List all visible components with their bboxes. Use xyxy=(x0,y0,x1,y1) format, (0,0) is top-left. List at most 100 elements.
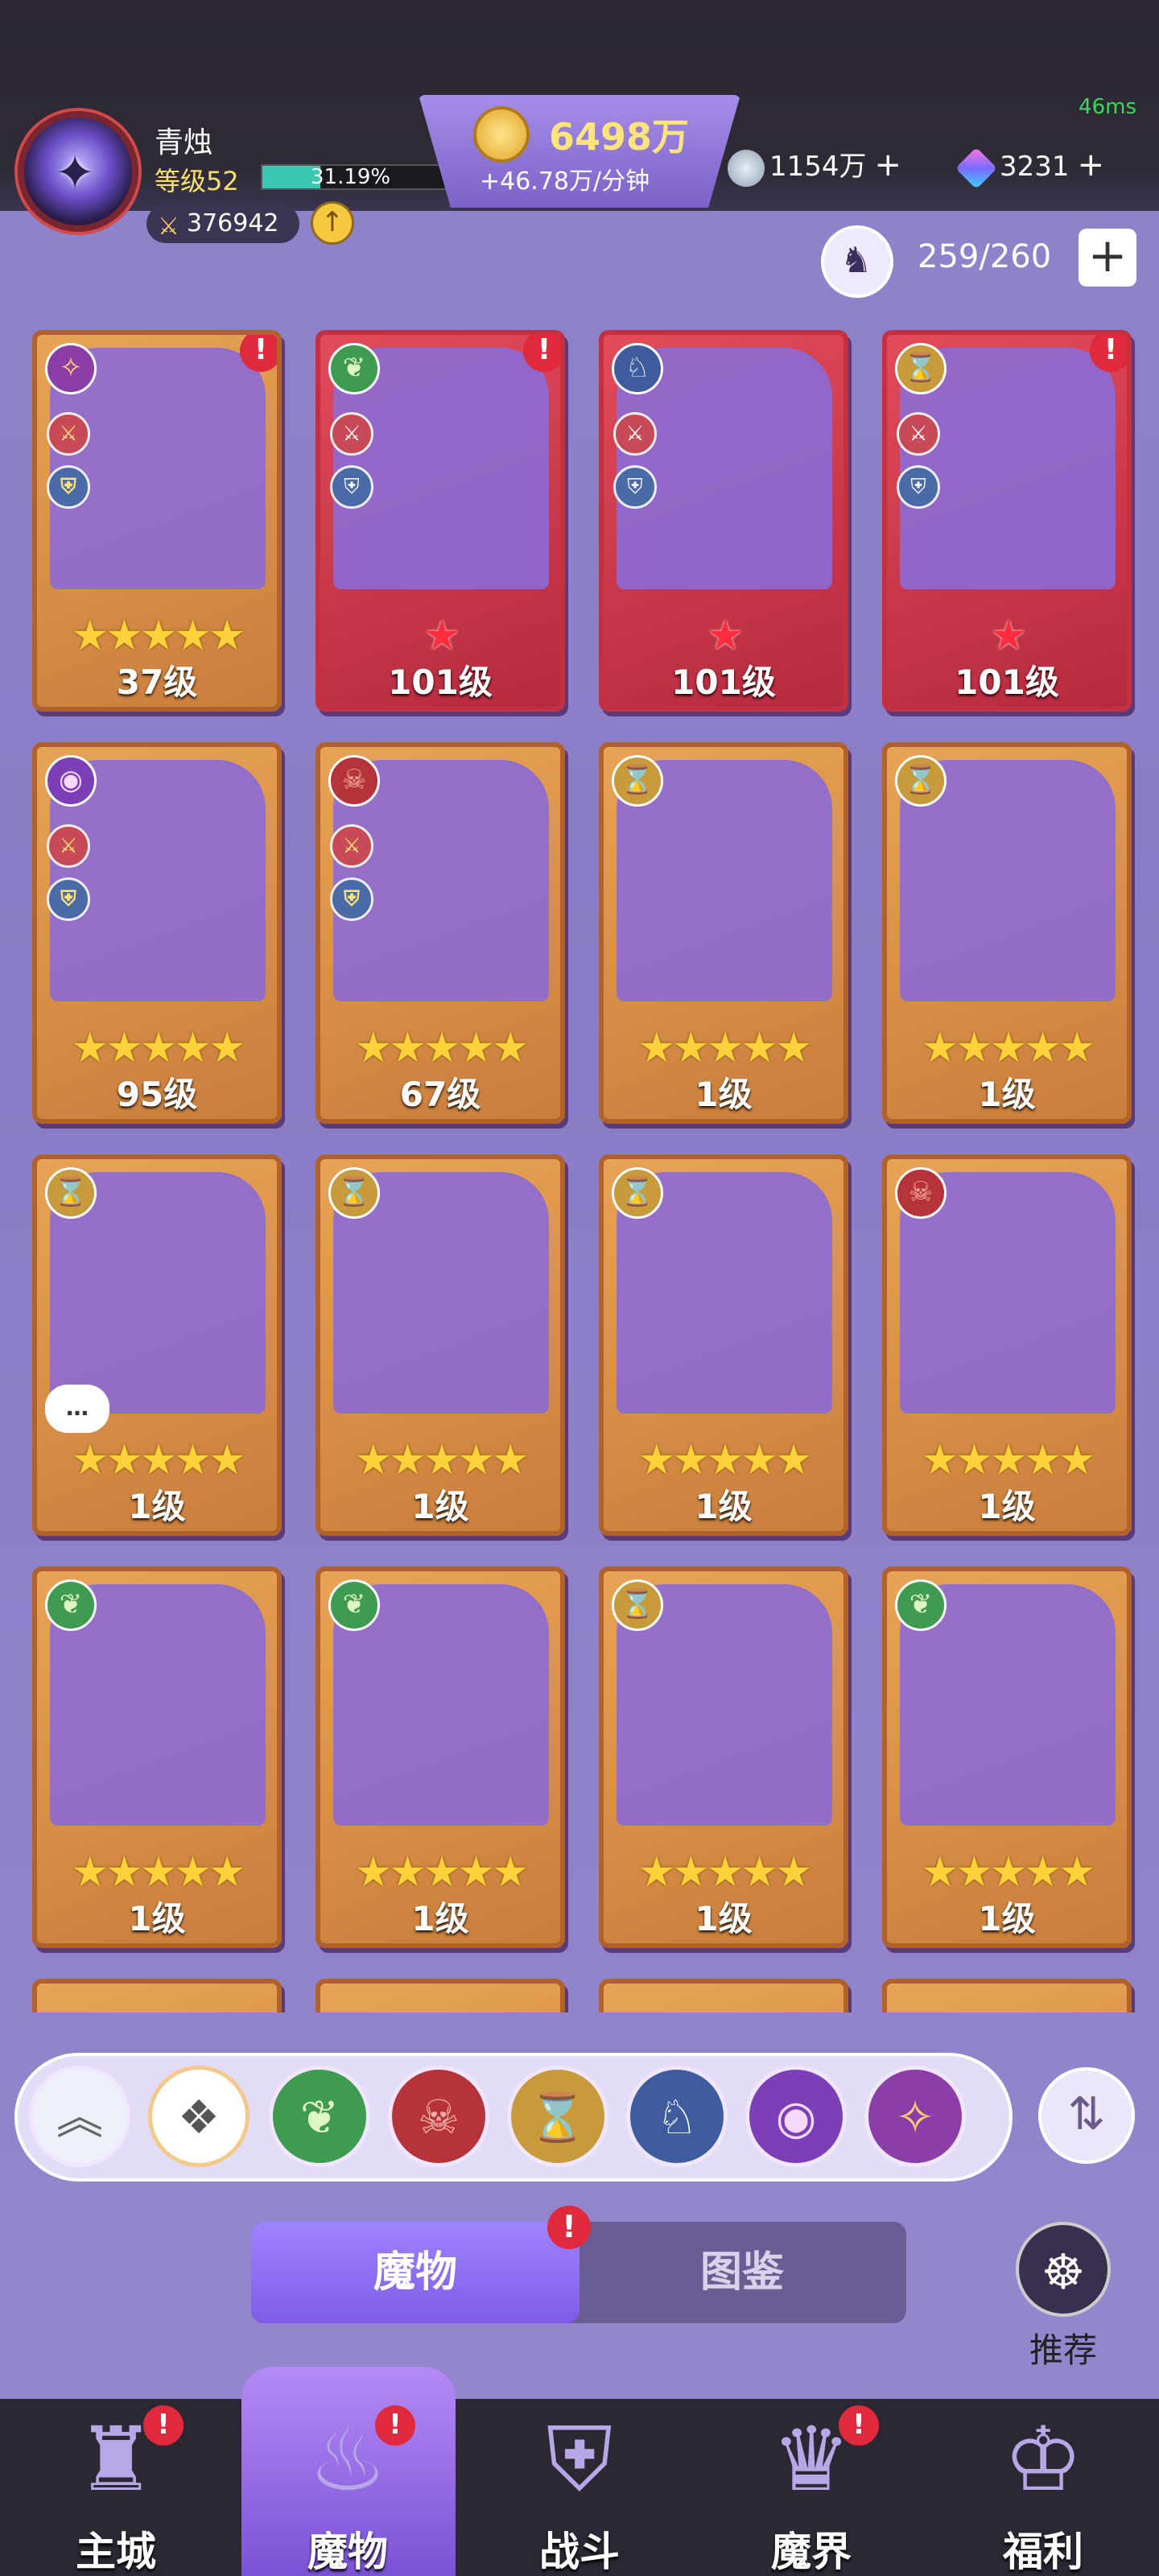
gift-chest-icon: ♔ xyxy=(1003,2408,1083,2511)
monster-card[interactable]: ⌛ ★★★★★ 1级 xyxy=(599,742,848,1124)
hourglass-element-icon: ⌛ xyxy=(612,755,663,807)
exp-percent: 31.19% xyxy=(311,165,391,189)
monster-card[interactable]: ⌛ ★★★★★ 1级… xyxy=(32,1154,282,1536)
monster-card[interactable]: ⌛ ★★★★★ 1级 xyxy=(316,1154,565,1536)
monster-card[interactable]: ⌛ ★★★★★ 1级 xyxy=(599,1154,848,1536)
nature-element-icon: ❦ xyxy=(328,1579,380,1631)
filter-eye-icon[interactable]: ◉ xyxy=(745,2066,847,2167)
nav-alert-badge: ! xyxy=(143,2405,184,2446)
power-up-button[interactable]: ↑ xyxy=(311,201,354,245)
nav-alert-badge: ! xyxy=(375,2405,415,2446)
monster-card[interactable]: ◉ ⚔ ⛨ ★★★★★ 95级 xyxy=(32,742,282,1124)
nav-alert-badge: ! xyxy=(839,2405,879,2446)
monster-level: 1级 xyxy=(978,1487,1036,1526)
hourglass-element-icon: ⌛ xyxy=(328,1167,380,1219)
attack-role-icon: ⚔ xyxy=(330,824,373,868)
recommend-button[interactable]: ☸ 推荐 xyxy=(1011,2222,1116,2370)
attack-role-icon: ⚔ xyxy=(330,412,373,456)
twilight-element-icon: ✧ xyxy=(45,343,97,394)
defense-role-icon: ⛨ xyxy=(330,877,373,921)
monster-card[interactable]: ⌛ ⚔ ⛨ ★ 101级! xyxy=(882,330,1132,712)
star-rating: ★★★★★ xyxy=(921,1848,1095,1897)
star-rating: ★★★★★ xyxy=(71,1024,245,1072)
monster-card[interactable]: ❦ ★★★★★ 1级 xyxy=(882,1567,1132,1948)
attack-role-icon: ⚔ xyxy=(47,824,90,868)
tab-codex[interactable]: 图鉴 xyxy=(578,2222,906,2323)
monster-level: 1级 xyxy=(695,1899,753,1938)
monster-card[interactable]: ☠ ⚔ ⛨ ★★★★★ 67级 xyxy=(316,742,565,1124)
nav-item-monster-flame[interactable]: ♨ 魔物! xyxy=(232,2367,464,2576)
sort-button[interactable]: ⇅ xyxy=(1038,2067,1135,2164)
monster-level: 1级 xyxy=(978,1899,1036,1938)
monster-card[interactable]: ❦ ⚔ ⛨ ★ 101级! xyxy=(316,330,565,712)
monster-level: 101级 xyxy=(671,663,776,702)
collapse-filter-button[interactable]: ︽ xyxy=(29,2066,130,2167)
star-rating: ★★★★★ xyxy=(921,1436,1095,1484)
monster-card-partial[interactable] xyxy=(882,1979,1132,2013)
monster-card[interactable]: ❦ ★★★★★ 1级 xyxy=(32,1567,282,1948)
nav-item-gift-chest[interactable]: ♔ 福利 xyxy=(927,2399,1159,2576)
monster-capacity-text: 259/260 xyxy=(918,238,1052,275)
filter-hourglass-icon[interactable]: ⌛ xyxy=(507,2066,608,2167)
monster-card-partial[interactable] xyxy=(316,1979,565,2013)
monster-level: 1级 xyxy=(411,1487,469,1526)
monster-card[interactable]: ❦ ★★★★★ 1级 xyxy=(316,1567,565,1948)
nav-item-castle[interactable]: ♜ 主城! xyxy=(0,2399,232,2576)
monster-slot-icon: ♞ xyxy=(821,225,893,298)
monster-card[interactable]: ⌛ ★★★★★ 1级 xyxy=(599,1567,848,1948)
nav-label: 魔界 xyxy=(771,2529,852,2575)
monsters-tab-alert-badge: ! xyxy=(547,2206,591,2249)
recommend-label: 推荐 xyxy=(1029,2330,1097,2370)
star-rating: ★★★★★ xyxy=(71,612,245,660)
star-rating: ★★★★★ xyxy=(354,1024,529,1072)
add-gem-button[interactable]: + xyxy=(1078,147,1105,184)
filter-twilight-icon[interactable]: ✧ xyxy=(864,2066,966,2167)
nav-item-demon-realm[interactable]: ♛ 魔界! xyxy=(695,2399,927,2576)
gem-amount: 3231 xyxy=(1000,151,1070,183)
expand-capacity-button[interactable]: + xyxy=(1079,229,1136,287)
monster-level: 95级 xyxy=(116,1075,198,1114)
monster-card[interactable]: ✧ ⚔ ⛨ ★★★★★ 37级! xyxy=(32,330,282,712)
star-rating: ★★★★★ xyxy=(637,1848,812,1897)
star-rating: ★ xyxy=(989,612,1028,660)
monster-level: 67级 xyxy=(399,1075,481,1114)
defense-role-icon: ⛨ xyxy=(613,465,657,509)
demon-element-icon: ☠ xyxy=(895,1167,947,1219)
monster-card-partial[interactable] xyxy=(32,1979,282,2013)
star-rating: ★★★★★ xyxy=(637,1024,812,1072)
player-avatar[interactable]: ✦ xyxy=(18,111,138,232)
gold-rate: +46.78万/分钟 xyxy=(480,167,650,196)
monster-card[interactable]: ♘ ⚔ ⛨ ★ 101级 xyxy=(599,330,848,712)
filter-nature-icon[interactable]: ❦ xyxy=(269,2066,370,2167)
add-silver-button[interactable]: + xyxy=(875,147,902,184)
monster-card-partial[interactable] xyxy=(599,1979,848,2013)
attack-role-icon: ⚔ xyxy=(897,412,940,456)
hourglass-element-icon: ⌛ xyxy=(895,343,947,394)
filter-dragon-icon[interactable]: ♘ xyxy=(626,2066,728,2167)
defense-role-icon: ⛨ xyxy=(47,465,90,509)
monster-card[interactable]: ☠ ★★★★★ 1级 xyxy=(882,1154,1132,1536)
dragon-element-icon: ♘ xyxy=(612,343,663,394)
nav-item-battle-shield[interactable]: ⛨ 战斗 xyxy=(464,2399,695,2576)
attack-role-icon: ⚔ xyxy=(613,412,657,456)
tab-monsters[interactable]: 魔物 xyxy=(251,2222,580,2323)
ping-indicator: 46ms xyxy=(1079,95,1136,119)
silver-coin-icon xyxy=(728,149,765,187)
filter-demon-icon[interactable]: ☠ xyxy=(388,2066,489,2167)
defense-role-icon: ⛨ xyxy=(897,465,940,509)
player-name: 青烛 xyxy=(155,126,213,159)
monster-card[interactable]: ⌛ ★★★★★ 1级 xyxy=(882,742,1132,1124)
chat-bubble-icon[interactable]: … xyxy=(45,1385,109,1433)
silver-currency: 1154万 + xyxy=(728,143,901,187)
nav-label: 魔物 xyxy=(307,2529,388,2575)
monster-level: 1级 xyxy=(128,1899,186,1938)
gold-coin-icon xyxy=(473,106,530,163)
star-rating: ★★★★★ xyxy=(354,1848,529,1897)
star-rating: ★★★★★ xyxy=(354,1436,529,1484)
attack-role-icon: ⚔ xyxy=(47,412,90,456)
star-rating: ★★★★★ xyxy=(71,1436,245,1484)
star-rating: ★ xyxy=(423,612,461,660)
exp-bar: 31.19% xyxy=(261,164,449,190)
monster-level: 1级 xyxy=(411,1899,469,1938)
filter-all-icon[interactable]: ❖ xyxy=(148,2066,250,2167)
